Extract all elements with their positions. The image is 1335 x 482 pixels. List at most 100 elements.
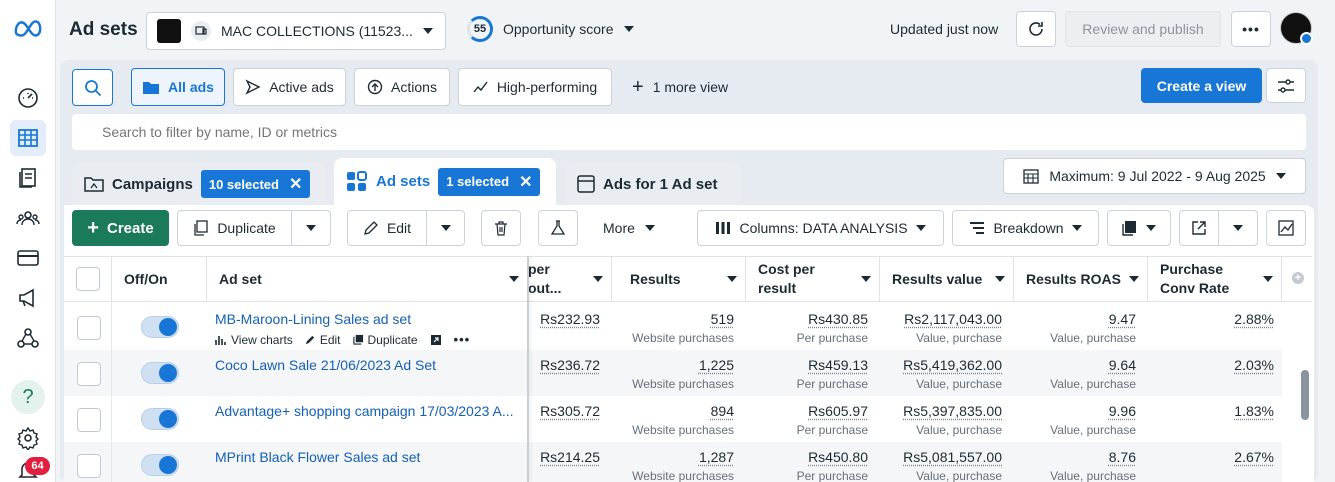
view-high-performing[interactable]: High-performing <box>458 68 612 106</box>
reports-button[interactable] <box>1107 210 1171 246</box>
edit-dropdown[interactable] <box>426 210 465 246</box>
header-adset[interactable]: Ad set <box>207 256 528 302</box>
select-all-checkbox[interactable] <box>76 267 100 291</box>
adset-name-link[interactable]: MPrint Black Flower Sales ad set <box>215 449 420 465</box>
test-button[interactable] <box>538 210 578 246</box>
create-view-button[interactable]: Create a view <box>1141 68 1262 103</box>
charts-toggle-button[interactable] <box>1266 210 1306 246</box>
duplicate-button[interactable]: Duplicate <box>177 210 292 246</box>
export-button[interactable] <box>1179 210 1219 246</box>
dashboard-icon[interactable] <box>10 80 46 116</box>
more-actions-button[interactable]: More <box>603 220 655 236</box>
cell-cpr[interactable]: Rs430.85 <box>808 311 868 327</box>
cell-pcr[interactable]: 2.67% <box>1234 449 1274 465</box>
refresh-button[interactable] <box>1016 11 1056 47</box>
view-settings-button[interactable] <box>1266 68 1306 103</box>
header-results-roas[interactable]: Results ROAS <box>1014 256 1148 302</box>
row-checkbox[interactable] <box>77 316 101 340</box>
row-toggle[interactable] <box>141 408 179 430</box>
more-views-button[interactable]: + 1 more view <box>632 79 728 95</box>
row-checkbox[interactable] <box>77 408 101 432</box>
columns-button[interactable]: Columns: DATA ANALYSIS <box>697 210 944 246</box>
search-input[interactable] <box>72 114 1306 150</box>
view-charts-link[interactable]: View charts <box>215 333 293 347</box>
cell-value[interactable]: Rs5,397,835.00 <box>903 403 1002 419</box>
view-actions[interactable]: Actions <box>354 68 450 106</box>
cell-value[interactable]: Rs5,419,362.00 <box>903 357 1002 373</box>
cell-cpo[interactable]: Rs232.93 <box>540 311 600 327</box>
cell-roas[interactable]: 9.64 <box>1109 357 1136 373</box>
adset-name-link[interactable]: Advantage+ shopping campaign 17/03/2023 … <box>215 403 514 419</box>
close-icon[interactable]: ✕ <box>519 172 532 192</box>
cell-roas[interactable]: 9.47 <box>1109 311 1136 327</box>
table-icon[interactable] <box>10 120 46 156</box>
cell-roas[interactable]: 8.76 <box>1109 449 1136 465</box>
adset-name-link[interactable]: Coco Lawn Sale 21/06/2023 Ad Set <box>215 357 436 373</box>
view-all-ads[interactable]: All ads <box>131 68 225 106</box>
row-checkbox[interactable] <box>77 362 101 386</box>
billing-icon[interactable] <box>10 240 46 276</box>
cell-results[interactable]: 1,225 <box>699 357 734 373</box>
header-purchase-conv-rate[interactable]: Purchase Conv Rate <box>1148 256 1282 302</box>
tab-ads[interactable]: Ads for 1 Ad set <box>565 163 741 205</box>
cell-pcr[interactable]: 2.88% <box>1234 311 1274 327</box>
cell-value[interactable]: Rs5,081,557.00 <box>903 449 1002 465</box>
view-active-ads[interactable]: Active ads <box>233 68 346 106</box>
row-toggle[interactable] <box>141 316 179 338</box>
cell-value[interactable]: Rs2,117,043.00 <box>904 311 1002 327</box>
offon-column-divider <box>111 302 112 482</box>
cell-pcr[interactable]: 1.83% <box>1234 403 1274 419</box>
row-toggle[interactable] <box>141 362 179 384</box>
header-cost-per-outbound[interactable]: per out... <box>528 256 612 302</box>
cell-cpr[interactable]: Rs459.13 <box>808 357 868 373</box>
cell-cpr[interactable]: Rs450.80 <box>808 449 868 465</box>
tab-ad-sets[interactable]: Ad sets 1 selected ✕ <box>334 158 556 205</box>
search-toggle-button[interactable] <box>72 69 113 106</box>
duplicate-dropdown[interactable] <box>291 210 331 246</box>
header-offon[interactable]: Off/On <box>111 256 207 302</box>
add-column-icon[interactable]: + <box>1292 272 1304 284</box>
more-options-button[interactable]: ••• <box>1231 11 1271 47</box>
pages-icon[interactable] <box>10 160 46 196</box>
header-results[interactable]: Results <box>612 256 746 302</box>
row-more-icon[interactable]: ••• <box>454 332 471 347</box>
export-dropdown[interactable] <box>1218 210 1258 246</box>
account-selector[interactable]: MAC COLLECTIONS (11523... <box>146 12 446 50</box>
meta-logo-icon[interactable] <box>10 10 46 46</box>
cell-roas[interactable]: 9.96 <box>1109 403 1136 419</box>
cell-pcr[interactable]: 2.03% <box>1234 357 1274 373</box>
header-adset-label: Ad set <box>219 271 262 287</box>
cell-cpo[interactable]: Rs214.25 <box>540 449 600 465</box>
row-edit-link[interactable]: Edit <box>305 333 341 347</box>
campaign-megaphone-icon[interactable] <box>10 280 46 316</box>
tab-campaigns[interactable]: Campaigns 10 selected ✕ <box>72 163 327 205</box>
adset-name-link[interactable]: MB-Maroon-Lining Sales ad set <box>215 311 411 327</box>
row-toggle[interactable] <box>141 454 179 476</box>
opportunity-score[interactable]: 55 Opportunity score <box>467 16 634 42</box>
row-duplicate-link[interactable]: Duplicate <box>353 333 418 347</box>
cell-results[interactable]: 1,287 <box>699 449 734 465</box>
header-results-value[interactable]: Results value <box>880 256 1014 302</box>
cell-results[interactable]: 894 <box>711 403 734 419</box>
review-publish-button[interactable]: Review and publish <box>1065 11 1221 47</box>
help-icon[interactable]: ? <box>11 380 45 414</box>
delete-button[interactable] <box>481 210 521 246</box>
header-cost-per-result[interactable]: Cost per result <box>746 256 880 302</box>
cell-cpo[interactable]: Rs305.72 <box>540 403 600 419</box>
close-icon[interactable]: ✕ <box>289 174 302 194</box>
breakdown-button[interactable]: Breakdown <box>952 210 1099 246</box>
date-range-picker[interactable]: Maximum: 9 Jul 2022 - 9 Aug 2025 <box>1003 158 1306 194</box>
external-link-icon[interactable] <box>430 334 442 346</box>
cell-results[interactable]: 519 <box>711 311 734 327</box>
events-manager-icon[interactable] <box>10 320 46 356</box>
adsets-selected-chip[interactable]: 1 selected ✕ <box>438 168 540 196</box>
vertical-scrollbar[interactable] <box>1301 370 1309 420</box>
campaigns-selected-chip[interactable]: 10 selected ✕ <box>201 170 311 198</box>
row-checkbox[interactable] <box>77 454 101 478</box>
audience-icon[interactable] <box>10 200 46 236</box>
edit-button[interactable]: Edit <box>347 210 427 246</box>
cell-cpr[interactable]: Rs605.97 <box>808 403 868 419</box>
cell-cpo[interactable]: Rs236.72 <box>540 357 600 373</box>
create-button[interactable]: + Create <box>72 210 169 246</box>
settings-gear-icon[interactable] <box>10 420 46 456</box>
